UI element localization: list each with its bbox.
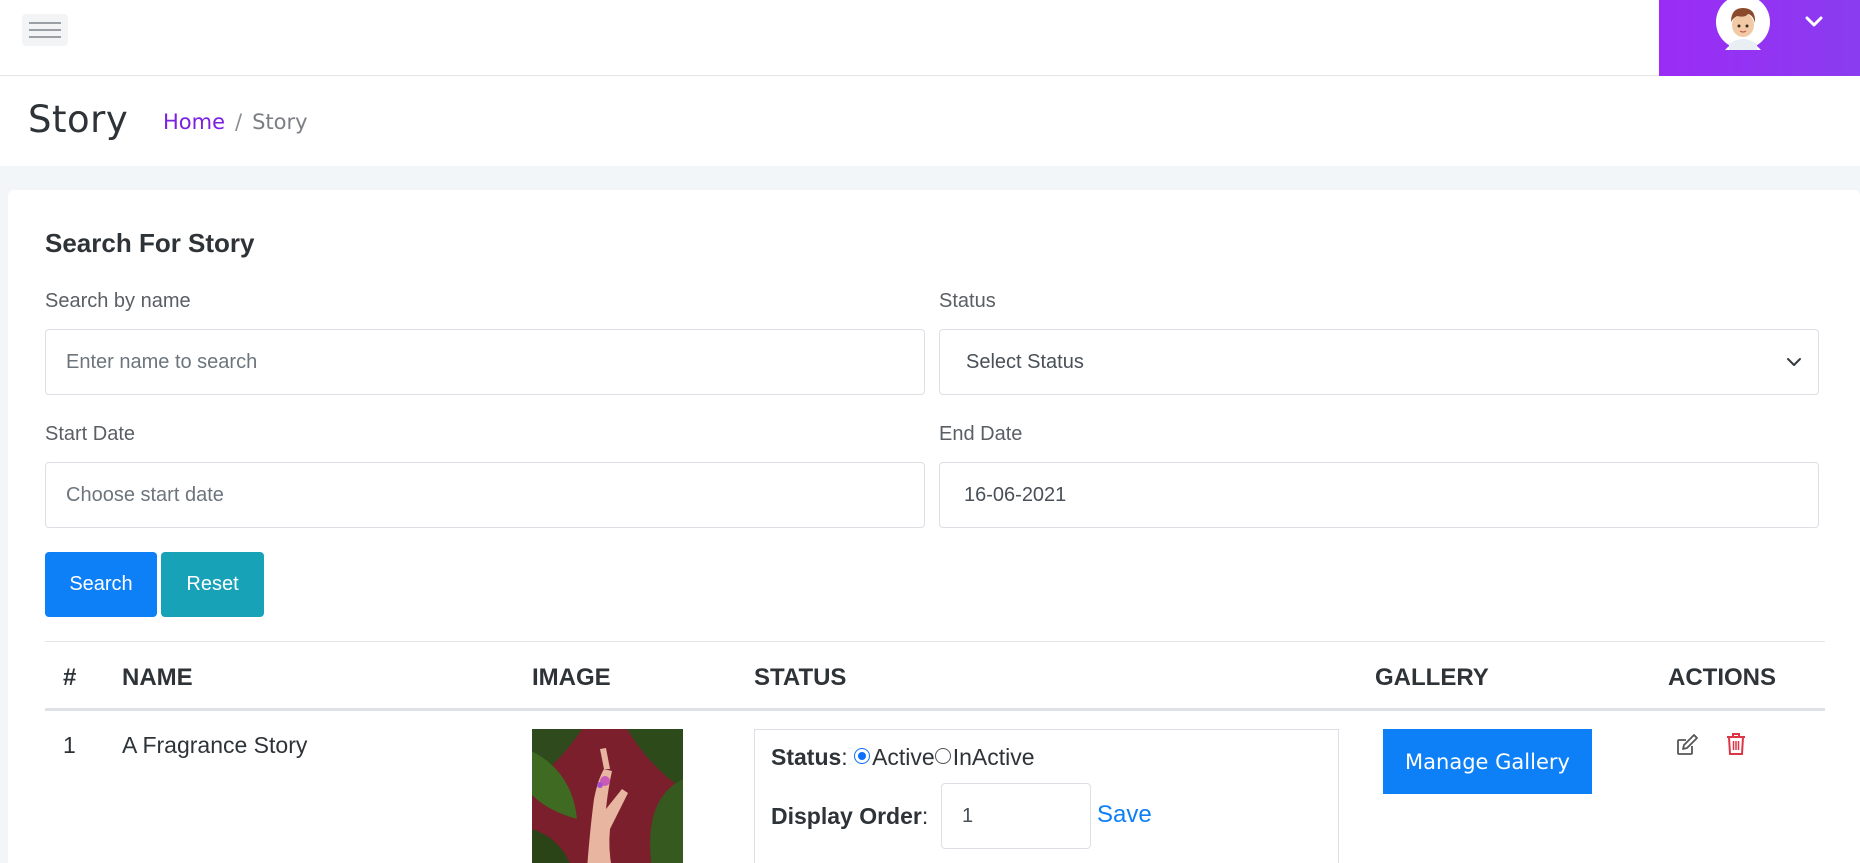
user-avatar-icon[interactable]	[1715, 0, 1771, 50]
status-active-label: Active	[872, 744, 935, 770]
display-order-value: 1	[962, 804, 974, 827]
chevron-down-icon[interactable]	[1803, 13, 1825, 31]
edit-icon[interactable]	[1675, 733, 1699, 757]
user-menu[interactable]	[1659, 0, 1860, 76]
row-index: 1	[63, 732, 76, 758]
status-inactive-radio[interactable]	[934, 748, 951, 764]
delete-icon[interactable]	[1726, 732, 1746, 756]
manage-gallery-button[interactable]: Manage Gallery	[1383, 729, 1592, 794]
row-name: A Fragrance Story	[122, 732, 308, 758]
search-name-label: Search by name	[45, 290, 191, 312]
column-header-index: #	[63, 664, 77, 691]
status-active-radio[interactable]	[854, 748, 871, 764]
search-button[interactable]: Search	[45, 552, 157, 617]
search-card-title: Search For Story	[45, 228, 255, 258]
end-date-label: End Date	[939, 423, 1023, 445]
reset-button[interactable]: Reset	[161, 552, 264, 617]
start-date-label: Start Date	[45, 423, 136, 445]
column-header-status: STATUS	[754, 664, 847, 691]
search-name-input[interactable]	[66, 350, 904, 374]
breadcrumb-current: Story	[252, 110, 308, 134]
column-header-name: NAME	[122, 664, 193, 691]
status-inactive-label: InActive	[952, 744, 1035, 770]
column-header-gallery: GALLERY	[1375, 664, 1489, 691]
breadcrumb-home-link[interactable]: Home	[163, 110, 225, 134]
status-panel: Status: Active InActive Display Order: 1 …	[754, 729, 1339, 863]
chevron-down-icon	[1787, 358, 1801, 366]
column-header-actions: ACTIONS	[1668, 664, 1776, 691]
table-header-border	[45, 708, 1825, 711]
column-header-image: IMAGE	[532, 664, 611, 691]
display-order-label: Display Order	[771, 803, 922, 829]
end-date-value: 16-06-2021	[964, 483, 1067, 506]
search-name-field[interactable]	[45, 329, 925, 395]
page-title: Story	[28, 98, 129, 141]
start-date-input[interactable]	[66, 483, 904, 507]
story-thumbnail	[532, 729, 683, 863]
status-select[interactable]: Select Status	[939, 329, 1819, 395]
divider	[45, 641, 1825, 642]
display-order-line: Display Order:	[771, 803, 929, 829]
status-select-value: Select Status	[966, 350, 1084, 373]
end-date-field[interactable]: 16-06-2021	[939, 462, 1819, 528]
save-link[interactable]: Save	[1097, 801, 1152, 829]
top-bar	[0, 0, 1860, 76]
breadcrumb: Home / Story	[163, 110, 308, 134]
row-status-line: Status: Active InActive	[771, 744, 1035, 770]
hamburger-icon[interactable]	[22, 14, 68, 46]
status-label: Status	[939, 290, 996, 312]
display-order-input[interactable]: 1	[941, 783, 1091, 849]
page-header: Story Home / Story	[0, 76, 1860, 166]
status-field-label: Status	[771, 744, 842, 770]
search-card: Search For Story Search by name Status S…	[8, 190, 1860, 863]
start-date-field[interactable]	[45, 462, 925, 528]
breadcrumb-separator: /	[235, 110, 243, 134]
